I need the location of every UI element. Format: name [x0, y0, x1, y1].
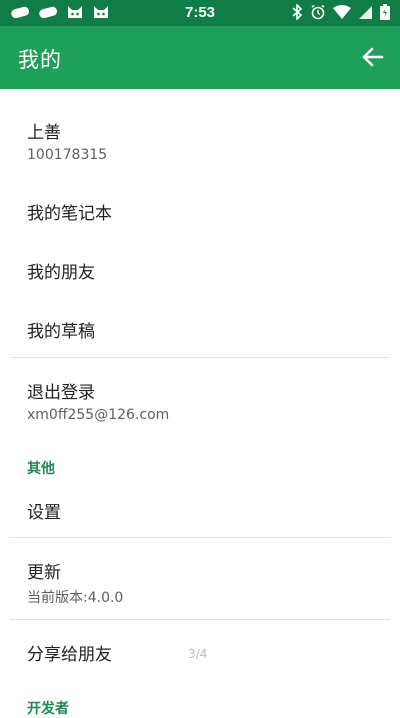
app-bar: 我的 [0, 26, 400, 89]
update-version: 当前版本:4.0.0 [27, 590, 124, 606]
alarm-icon [311, 4, 325, 20]
section-header-other: 其他 [27, 461, 55, 477]
update-label: 更新 [27, 563, 61, 583]
my-notebooks-item[interactable]: 我的笔记本 [0, 199, 112, 224]
divider [10, 537, 390, 538]
section-header-developer: 开发者 [27, 701, 69, 717]
logout-label: 退出登录 [27, 383, 95, 403]
system-icons [291, 4, 390, 20]
my-drafts-label: 我的草稿 [27, 322, 95, 342]
account-id: 100178315 [27, 147, 108, 163]
my-notebooks-label: 我的笔记本 [27, 204, 112, 224]
account-name: 上善 [27, 123, 61, 143]
divider [10, 357, 390, 358]
page-indicator: 3/4 [188, 647, 208, 661]
my-friends-label: 我的朋友 [27, 263, 95, 283]
bluetooth-icon [292, 4, 303, 20]
settings-item[interactable]: 设置 [0, 498, 61, 523]
page-title: 我的 [18, 48, 62, 72]
share-item[interactable]: 分享给朋友 [0, 640, 112, 665]
my-friends-item[interactable]: 我的朋友 [0, 258, 95, 283]
logout-item[interactable]: 退出登录 xm0ff255@126.com [0, 378, 169, 423]
account-item[interactable]: 上善 100178315 [0, 118, 107, 163]
signal-icon [359, 5, 372, 19]
update-item[interactable]: 更新 当前版本:4.0.0 [0, 558, 123, 607]
status-bar: 7:53 [0, 0, 400, 26]
back-arrow-icon[interactable] [360, 44, 386, 70]
logout-email: xm0ff255@126.com [27, 407, 170, 423]
wifi-icon [333, 4, 351, 19]
my-drafts-item[interactable]: 我的草稿 [0, 317, 95, 342]
share-label: 分享给朋友 [27, 645, 112, 665]
settings-label: 设置 [27, 503, 61, 523]
battery-icon [380, 4, 390, 20]
divider [10, 619, 390, 620]
